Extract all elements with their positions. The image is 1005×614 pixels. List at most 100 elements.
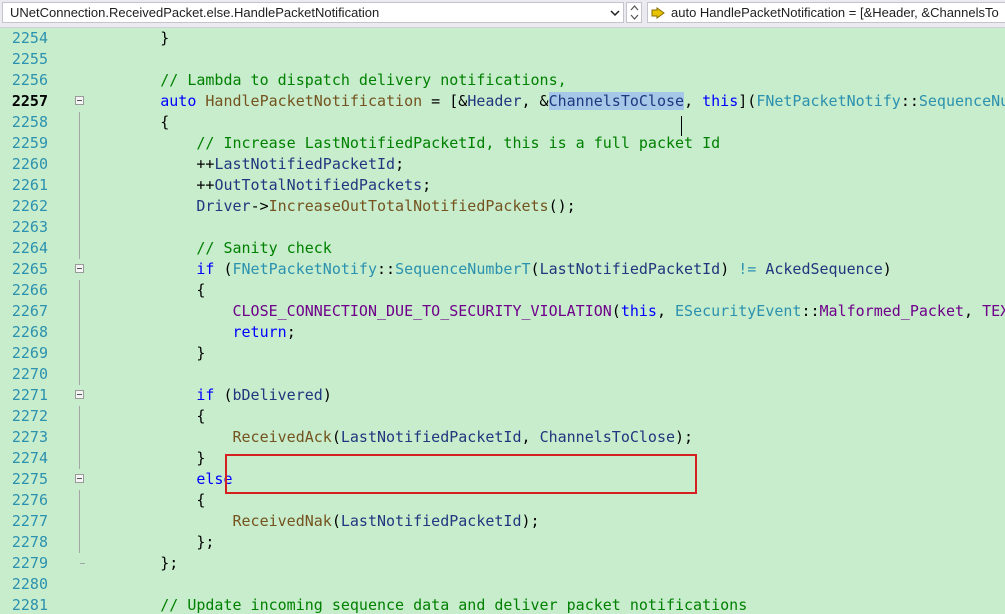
line-number: 2271 [11, 386, 48, 404]
line-number: 2262 [11, 197, 48, 215]
split-scroll-button[interactable] [626, 2, 642, 23]
chevron-down-icon [630, 14, 639, 20]
code-line[interactable]: 2273 ReceivedAck(LastNotifiedPacketId, C… [0, 427, 1005, 448]
collapse-icon[interactable] [75, 96, 84, 105]
code-line[interactable]: 2276 { [0, 490, 1005, 511]
code-line[interactable]: 2263 [0, 217, 1005, 238]
code-line[interactable]: 2268 return; [0, 322, 1005, 343]
function-token: HandlePacketNotification [205, 92, 423, 110]
code-line[interactable]: 2262 Driver->IncreaseOutTotalNotifiedPac… [0, 196, 1005, 217]
line-number: 2264 [11, 239, 48, 257]
variable-token: ChannelsToClose [539, 428, 676, 446]
code-text: // Sanity check [88, 238, 331, 259]
code-line[interactable]: 2258 { [0, 112, 1005, 133]
code-token: , [656, 302, 676, 320]
variable-token: Driver [88, 197, 251, 215]
code-text: if (FNetPacketNotify::SequenceNumberT(La… [88, 259, 891, 280]
code-line[interactable]: 2281 // Update incoming sequence data an… [0, 595, 1005, 614]
code-text: }; [88, 532, 214, 553]
code-token: { [88, 281, 206, 299]
code-text: { [88, 490, 205, 511]
code-token: -> [250, 197, 269, 215]
variable-token: OutTotalNotifiedPackets [214, 176, 423, 194]
scope-dropdown[interactable]: UNetConnection.ReceivedPacket.else.Handl… [2, 2, 624, 23]
code-token: { [88, 491, 206, 509]
macro-token: CLOSE_CONNECTION_DUE_TO_SECURITY_VIOLATI… [88, 302, 612, 320]
code-line[interactable]: 2259 // Increase LastNotifiedPacketId, t… [0, 133, 1005, 154]
fold-guide [79, 490, 80, 511]
function-token: ReceivedAck [88, 428, 332, 446]
code-line[interactable]: 2254 } [0, 28, 1005, 49]
line-number: 2274 [11, 449, 48, 467]
chevron-up-icon [630, 5, 639, 11]
code-line[interactable]: 2274 } [0, 448, 1005, 469]
code-line[interactable]: 2260 ++LastNotifiedPacketId; [0, 154, 1005, 175]
code-line[interactable]: 2277 ReceivedNak(LastNotifiedPacketId); [0, 511, 1005, 532]
line-number: 2277 [11, 512, 48, 530]
code-line[interactable]: 2267 CLOSE_CONNECTION_DUE_TO_SECURITY_VI… [0, 301, 1005, 322]
line-number: 2255 [11, 50, 48, 68]
code-token: }; [88, 533, 215, 551]
method-icon [651, 7, 665, 19]
line-number: 2266 [11, 281, 48, 299]
code-line[interactable]: 2256 // Lambda to dispatch delivery noti… [0, 70, 1005, 91]
fold-guide [79, 511, 80, 532]
code-line[interactable]: 2275 else [0, 469, 1005, 490]
code-line[interactable]: 2280 [0, 574, 1005, 595]
type-token: SequenceNumberT [395, 260, 531, 278]
line-number: 2278 [11, 533, 48, 551]
code-text: { [88, 406, 205, 427]
macro-token: TEXT [982, 302, 1005, 320]
code-token: ) [720, 260, 739, 278]
fold-guide [79, 532, 80, 553]
type-token: != [738, 260, 757, 278]
line-number: 2265 [11, 260, 48, 278]
code-text: CLOSE_CONNECTION_DUE_TO_SECURITY_VIOLATI… [88, 301, 1005, 322]
line-number: 2263 [11, 218, 48, 236]
code-text: ++OutTotalNotifiedPackets; [88, 175, 431, 196]
code-line[interactable]: 2265 if (FNetPacketNotify::SequenceNumbe… [0, 259, 1005, 280]
code-token: }; [88, 554, 179, 572]
collapse-icon[interactable] [75, 264, 84, 273]
code-token: ( [331, 428, 341, 446]
line-number: 2257 [11, 92, 48, 110]
code-token: ; [395, 155, 405, 173]
collapse-icon[interactable] [75, 474, 84, 483]
text-caret [681, 116, 682, 136]
fold-guide [79, 364, 80, 385]
code-line[interactable]: 2279 }; [0, 553, 1005, 574]
line-number: 2268 [11, 323, 48, 341]
code-line[interactable]: 2257 auto HandlePacketNotification = [&H… [0, 91, 1005, 112]
code-line[interactable]: 2266 { [0, 280, 1005, 301]
code-text: } [88, 448, 205, 469]
code-token: ]( [738, 92, 757, 110]
fold-guide [79, 343, 80, 364]
comment-token: // Increase LastNotifiedPacketId, this i… [88, 134, 721, 152]
code-line[interactable]: 2270 [0, 364, 1005, 385]
fold-guide [79, 217, 80, 238]
fold-end-marker [80, 563, 85, 564]
code-line[interactable]: 2278 }; [0, 532, 1005, 553]
member-dropdown[interactable]: auto HandlePacketNotification = [&Header… [647, 2, 1005, 23]
line-number: 2254 [11, 29, 48, 47]
code-text: // Lambda to dispatch delivery notificat… [88, 70, 566, 91]
variable-token: AckedSequence [765, 260, 883, 278]
code-line[interactable]: 2255 [0, 49, 1005, 70]
code-text: }; [88, 553, 178, 574]
code-lines: 2253 return; 2254 }22552256 // Lambda to… [0, 27, 1005, 614]
code-line[interactable]: 2264 // Sanity check [0, 238, 1005, 259]
line-number: 2267 [11, 302, 48, 320]
code-token: ( [530, 260, 540, 278]
code-line[interactable]: 2272 { [0, 406, 1005, 427]
code-line[interactable]: 2269 } [0, 343, 1005, 364]
code-line[interactable]: 2261 ++OutTotalNotifiedPackets; [0, 175, 1005, 196]
collapse-icon[interactable] [75, 390, 84, 399]
variable-token: LastNotifiedPacketId [539, 260, 721, 278]
code-text: // Increase LastNotifiedPacketId, this i… [88, 133, 720, 154]
code-editor[interactable]: 2253 return; 2254 }22552256 // Lambda to… [0, 27, 1005, 614]
variable-token: bDelivered [232, 386, 323, 404]
code-line[interactable]: 2271 if (bDelivered) [0, 385, 1005, 406]
line-number: 2279 [11, 554, 48, 572]
fold-guide [79, 301, 80, 322]
